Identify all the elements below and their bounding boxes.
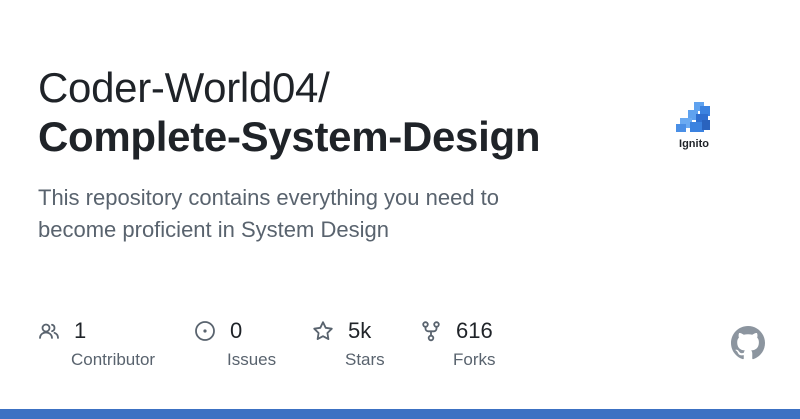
issues-count: 0 bbox=[230, 318, 243, 343]
stacked-blocks-logo-icon bbox=[676, 102, 710, 132]
stars-label: Stars bbox=[345, 350, 385, 369]
stat-issues[interactable]: 0 Issues bbox=[194, 318, 276, 370]
forks-count: 616 bbox=[456, 318, 493, 343]
fork-icon bbox=[420, 320, 442, 342]
stat-forks[interactable]: 616 Forks bbox=[420, 318, 496, 370]
repo-description: This repository contains everything you … bbox=[38, 185, 500, 242]
ignito-logo: Ignito bbox=[668, 100, 720, 156]
stat-stars[interactable]: 5k Stars bbox=[312, 318, 385, 370]
repo-name[interactable]: Complete-System-Design bbox=[38, 113, 540, 161]
repo-owner[interactable]: Coder-World04/ bbox=[38, 64, 330, 112]
issues-label: Issues bbox=[227, 350, 277, 369]
contributors-label: Contributor bbox=[71, 350, 156, 369]
star-icon bbox=[312, 320, 334, 342]
stars-count: 5k bbox=[348, 318, 372, 343]
contributors-count: 1 bbox=[74, 318, 87, 343]
logo-text: Ignito bbox=[679, 138, 709, 150]
stat-contributors[interactable]: 1 Contributor bbox=[38, 318, 155, 370]
github-logo-icon[interactable] bbox=[731, 326, 765, 360]
people-icon bbox=[38, 320, 60, 342]
repo-social-card: Coder-World04/ Complete-System-Design Th… bbox=[0, 0, 800, 419]
forks-label: Forks bbox=[453, 350, 496, 369]
issue-icon bbox=[194, 320, 216, 342]
language-bar bbox=[0, 409, 800, 419]
